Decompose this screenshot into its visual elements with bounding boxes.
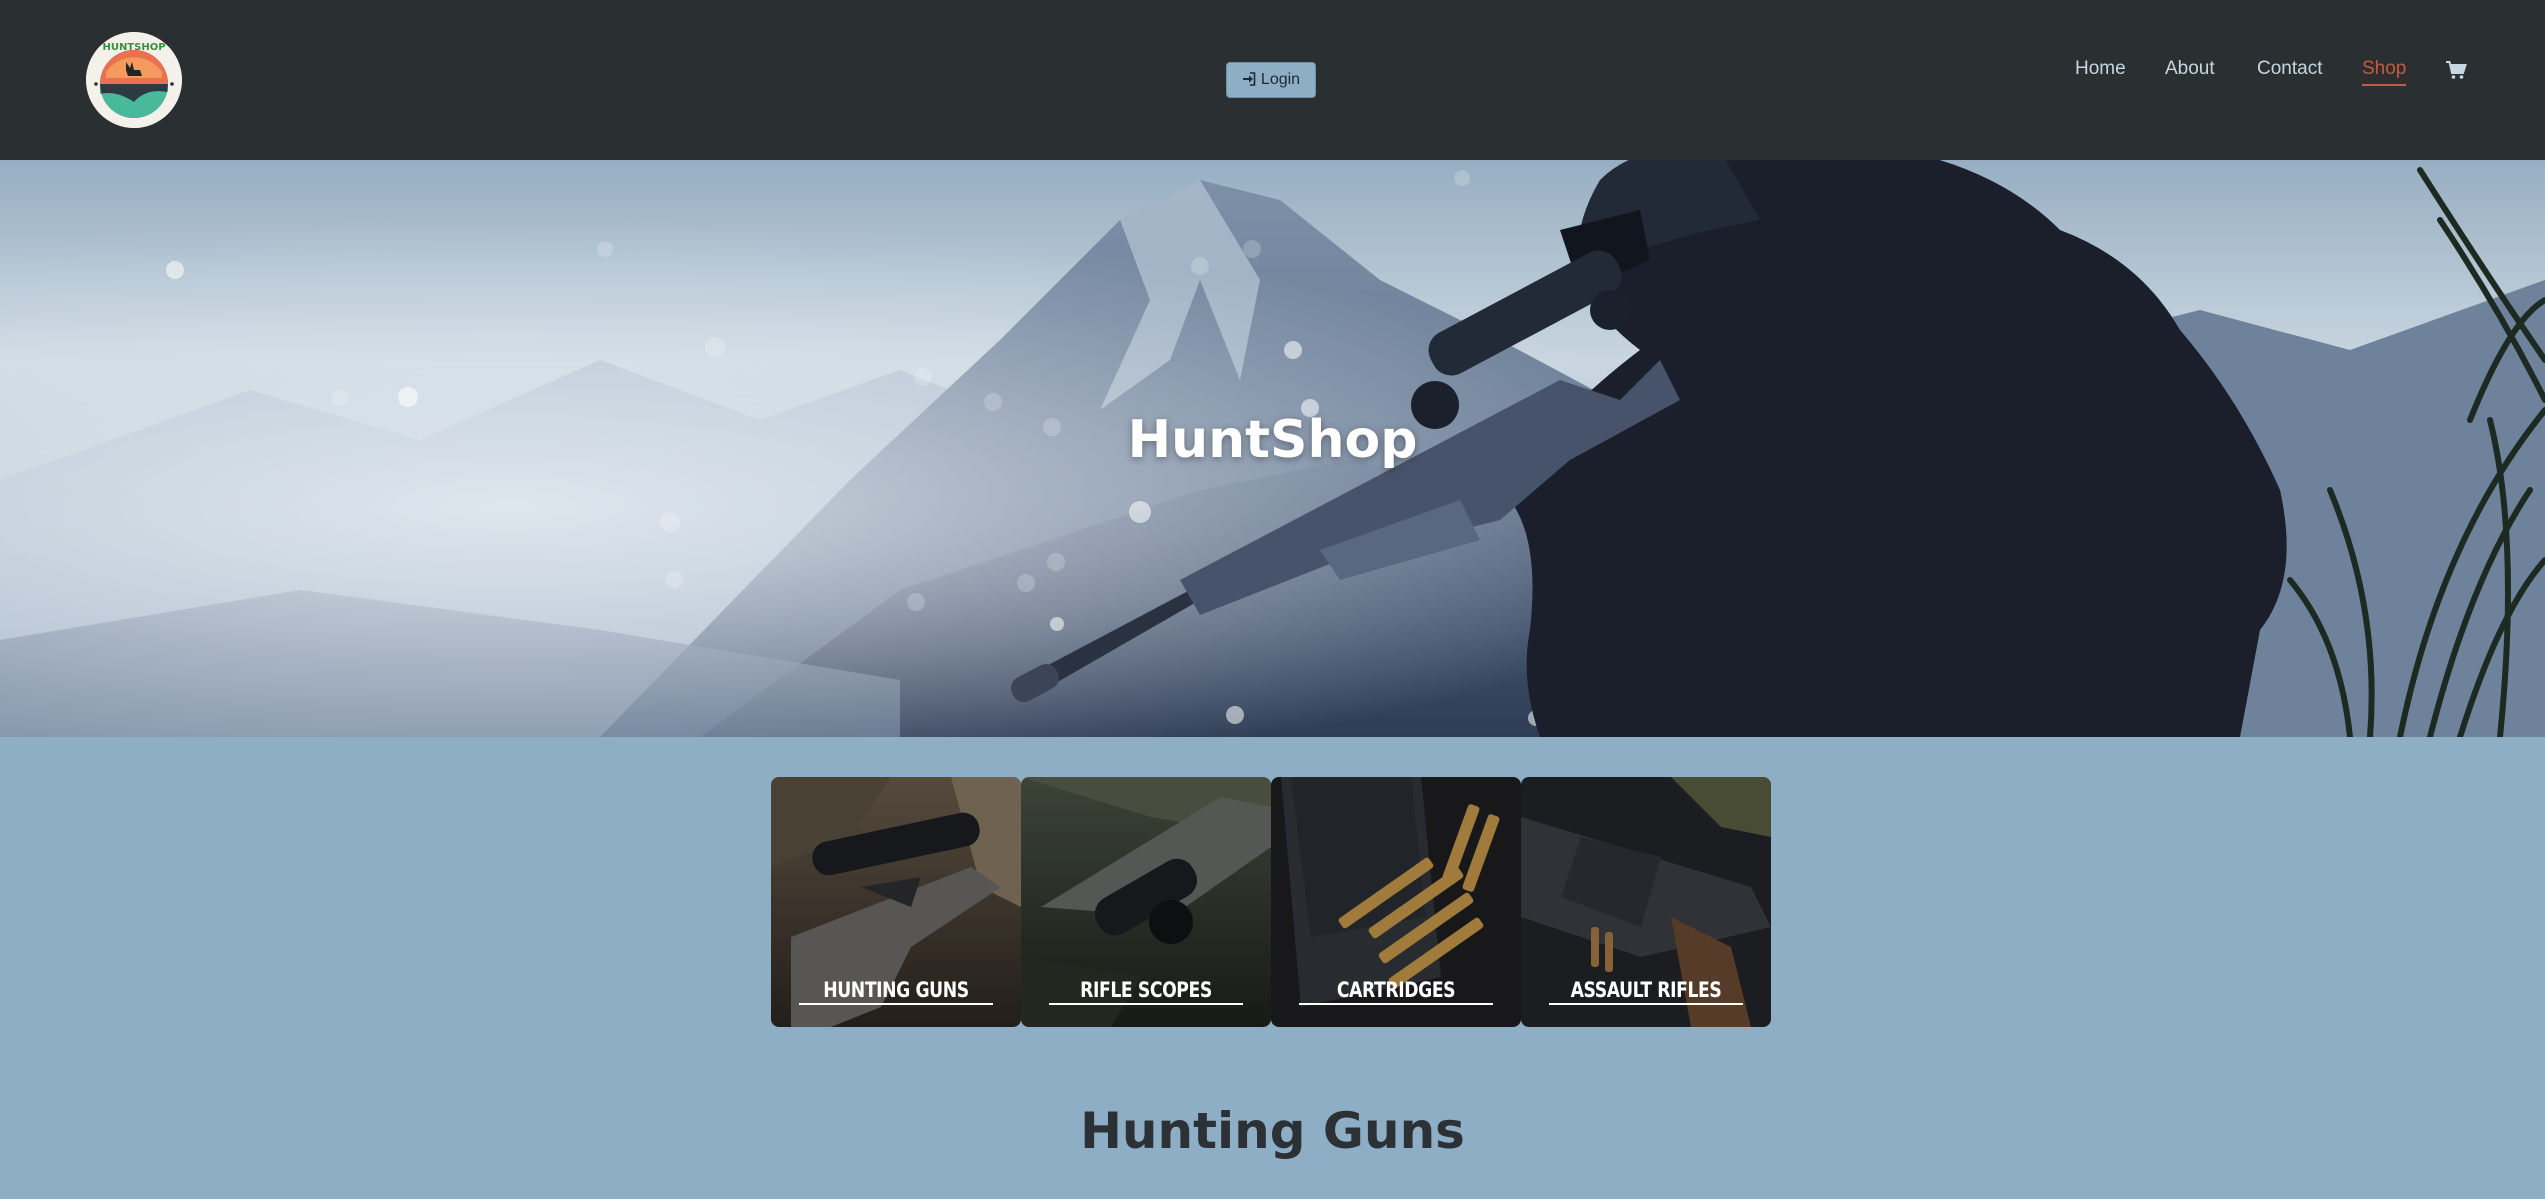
category-underline <box>1299 1003 1493 1005</box>
category-card-cartridges[interactable]: CARTRIDGES <box>1271 777 1521 1027</box>
category-label: ASSAULT RIFLES <box>1570 978 1722 1002</box>
category-card-assault-rifles[interactable]: ASSAULT RIFLES <box>1521 777 1771 1027</box>
category-label: CARTRIDGES <box>1336 978 1456 1002</box>
sign-in-icon <box>1242 71 1256 89</box>
category-grid: HUNTING GUNS RIFLE SCOPES CARTRIDGES ASS… <box>771 777 1771 1027</box>
category-label: RIFLE SCOPES <box>1080 978 1212 1002</box>
brand-logo[interactable]: HUNTSHOP <box>86 32 182 128</box>
category-underline <box>799 1003 993 1005</box>
hero-title: HuntShop <box>1127 410 1418 470</box>
cart-icon[interactable] <box>2445 60 2467 86</box>
navbar: HUNTSHOP Login Home About Contact Shop <box>0 0 2545 160</box>
login-button[interactable]: Login <box>1226 62 1316 98</box>
nav-about[interactable]: About <box>2165 58 2215 80</box>
nav-contact[interactable]: Contact <box>2257 58 2322 80</box>
category-card-rifle-scopes[interactable]: RIFLE SCOPES <box>1021 777 1271 1027</box>
nav-home[interactable]: Home <box>2075 58 2126 80</box>
category-underline <box>1549 1003 1743 1005</box>
category-underline <box>1049 1003 1243 1005</box>
login-label: Login <box>1260 71 1301 88</box>
hero-banner: HuntShop <box>0 160 2545 737</box>
category-label: HUNTING GUNS <box>823 978 969 1002</box>
logo-text: HUNTSHOP <box>102 42 165 53</box>
category-card-hunting-guns[interactable]: HUNTING GUNS <box>771 777 1021 1027</box>
nav-shop[interactable]: Shop <box>2362 58 2407 86</box>
section-title: Hunting Guns <box>1080 1102 1465 1160</box>
